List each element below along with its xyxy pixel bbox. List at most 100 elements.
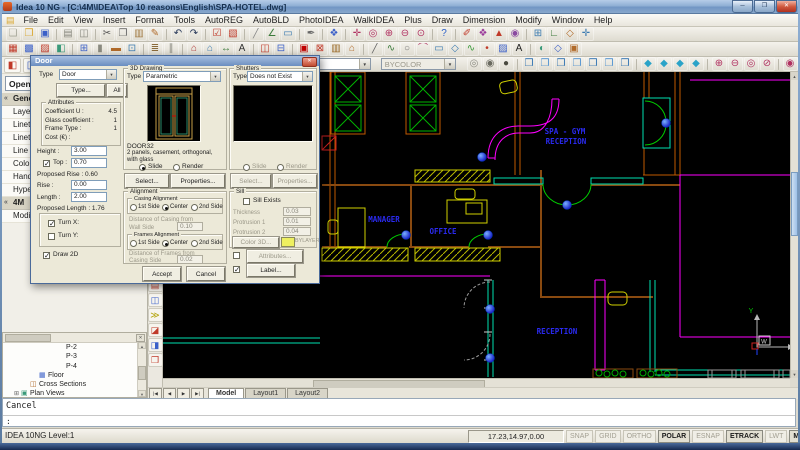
toolbar-icon[interactable] bbox=[517, 59, 518, 70]
menu-item[interactable]: Insert bbox=[98, 15, 131, 25]
3d-type-combo[interactable]: Parametric bbox=[143, 71, 221, 82]
markup-icon[interactable]: ❖ bbox=[476, 27, 491, 41]
toolbar-icon[interactable] bbox=[182, 44, 183, 55]
slide-radio[interactable] bbox=[139, 164, 146, 171]
toolbar-icon[interactable] bbox=[707, 59, 708, 70]
frames-center-radio[interactable] bbox=[162, 240, 169, 247]
dialog-close-icon[interactable] bbox=[302, 57, 317, 67]
view-left-icon[interactable]: ❒ bbox=[554, 57, 569, 71]
rect-tool-icon[interactable]: ▭ bbox=[281, 27, 296, 41]
osnap-icon[interactable]: ◇ bbox=[563, 27, 578, 41]
modify-1-icon[interactable]: ◐ bbox=[535, 42, 550, 56]
shade-1-icon[interactable]: ◎ bbox=[467, 57, 482, 71]
view-top-icon[interactable]: ❒ bbox=[522, 57, 537, 71]
minimize-button[interactable]: ─ bbox=[732, 0, 753, 13]
menu-item[interactable]: Dimension bbox=[458, 15, 511, 25]
beam-icon[interactable]: ▬ bbox=[109, 42, 124, 56]
status-toggle[interactable]: GRID bbox=[595, 430, 621, 443]
paste-icon[interactable]: ▥ bbox=[132, 27, 147, 41]
shutters-type-combo[interactable]: Does not Exist bbox=[247, 71, 313, 82]
color-combo[interactable]: BYCOLOR bbox=[381, 58, 456, 70]
menu-item[interactable]: File bbox=[19, 15, 44, 25]
menu-item[interactable]: Modify bbox=[510, 15, 547, 25]
type-button[interactable]: Type... bbox=[57, 84, 105, 97]
chevron-down-icon[interactable] bbox=[444, 59, 455, 69]
command-input[interactable]: : bbox=[3, 416, 795, 428]
print-icon[interactable]: ▤ bbox=[61, 27, 76, 41]
menu-item[interactable]: PhotoIDEA bbox=[294, 15, 349, 25]
scroll-thumb[interactable] bbox=[138, 366, 146, 380]
undo-icon[interactable]: ↶ bbox=[171, 27, 186, 41]
status-toggle[interactable]: POLAR bbox=[658, 430, 691, 443]
house-icon[interactable]: ⌂ bbox=[345, 42, 360, 56]
column-icon[interactable]: ▮ bbox=[93, 42, 108, 56]
dialog-title-bar[interactable]: Door bbox=[31, 56, 319, 66]
zoom-out-icon[interactable]: ⊖ bbox=[398, 27, 413, 41]
text-tool-icon[interactable]: A bbox=[235, 42, 250, 56]
chevron-down-icon[interactable] bbox=[359, 59, 370, 69]
view-front-icon[interactable]: ❒ bbox=[586, 57, 601, 71]
window-tool-icon[interactable]: ◧ bbox=[54, 42, 69, 56]
mini-view-icon[interactable]: ◫ bbox=[148, 293, 163, 307]
help-icon[interactable]: ? bbox=[437, 27, 452, 41]
roof-icon[interactable]: ⌂ bbox=[187, 42, 202, 56]
label-checkbox[interactable] bbox=[233, 266, 240, 273]
properties-icon[interactable]: ❖ bbox=[327, 27, 342, 41]
track-icon[interactable]: ✛ bbox=[579, 27, 594, 41]
zoom-in-icon[interactable]: ⊕ bbox=[382, 27, 397, 41]
block-x-icon[interactable]: ⊠ bbox=[313, 42, 328, 56]
wall-icon[interactable]: ▦ bbox=[6, 42, 21, 56]
scroll-thumb[interactable] bbox=[5, 334, 51, 342]
draw-arc-icon[interactable]: ⌒ bbox=[416, 42, 431, 56]
mini-cam-3-icon[interactable]: ❒ bbox=[148, 353, 163, 367]
modify-2-icon[interactable]: ◇ bbox=[551, 42, 566, 56]
opening-icon[interactable]: ▨ bbox=[38, 42, 53, 56]
zoom-realtime-2-icon[interactable]: ◎ bbox=[744, 57, 759, 71]
layer-check-icon[interactable]: ☑ bbox=[210, 27, 225, 41]
view-right-icon[interactable]: ❒ bbox=[570, 57, 585, 71]
shade-3-icon[interactable]: ● bbox=[499, 57, 514, 71]
iso-se-icon[interactable]: ◆ bbox=[657, 57, 672, 71]
toolbar-icon[interactable] bbox=[526, 29, 527, 40]
render-radio[interactable] bbox=[173, 164, 180, 171]
toolbar-icon[interactable] bbox=[432, 29, 433, 40]
casing-1st-side-radio[interactable] bbox=[130, 204, 137, 211]
format-painter-icon[interactable]: ✎ bbox=[148, 27, 163, 41]
tree-item[interactable]: ◫Cross Sections bbox=[3, 380, 146, 389]
zoom-realtime-icon[interactable]: ◎ bbox=[366, 27, 381, 41]
close-button[interactable]: ✕ bbox=[776, 0, 797, 13]
properties-button[interactable]: Properties... bbox=[171, 174, 225, 188]
menu-item[interactable]: AutoREG bbox=[200, 15, 248, 25]
pan-icon[interactable]: ✛ bbox=[350, 27, 365, 41]
frames-2nd-side-radio[interactable] bbox=[191, 240, 198, 247]
menu-item[interactable]: Help bbox=[589, 15, 618, 25]
copy-icon[interactable]: ❐ bbox=[116, 27, 131, 41]
status-toggle[interactable]: LWT bbox=[765, 430, 787, 443]
draw-point-icon[interactable]: • bbox=[480, 42, 495, 56]
menu-item[interactable]: Window bbox=[547, 15, 589, 25]
mini-cam-1-icon[interactable]: ◪ bbox=[148, 323, 163, 337]
wall-2-icon[interactable]: ▩ bbox=[22, 42, 37, 56]
palette-tool-1-icon[interactable]: ◧ bbox=[4, 58, 21, 73]
toolbar-icon[interactable] bbox=[72, 44, 73, 55]
toolbar-icon[interactable] bbox=[205, 29, 206, 40]
toolbar-icon[interactable] bbox=[292, 44, 293, 55]
draw-rect-icon[interactable]: ▭ bbox=[432, 42, 447, 56]
casing-2nd-side-radio[interactable] bbox=[191, 204, 198, 211]
accept-button[interactable]: Accept bbox=[143, 267, 181, 281]
frames-1st-side-radio[interactable] bbox=[130, 240, 137, 247]
status-toggle[interactable]: ORTHO bbox=[623, 430, 656, 443]
select-button[interactable]: Select... bbox=[125, 174, 169, 188]
view-3d-icon[interactable]: ❒ bbox=[618, 57, 633, 71]
toolbar-icon[interactable] bbox=[95, 29, 96, 40]
menu-item[interactable]: WalkIDEA bbox=[349, 15, 400, 25]
stairs-icon[interactable]: ≣ bbox=[148, 42, 163, 56]
length-field[interactable]: 2.00 bbox=[71, 192, 107, 202]
iso-sw-icon[interactable]: ◆ bbox=[641, 57, 656, 71]
menu-item[interactable]: Plus bbox=[399, 15, 427, 25]
draw-spline-icon[interactable]: ∿ bbox=[464, 42, 479, 56]
new-icon[interactable]: ❏ bbox=[6, 27, 21, 41]
status-toggle[interactable]: SNAP bbox=[566, 430, 593, 443]
roof-2-icon[interactable]: ⌂ bbox=[203, 42, 218, 56]
mini-cam-2-icon[interactable]: ◨ bbox=[148, 338, 163, 352]
